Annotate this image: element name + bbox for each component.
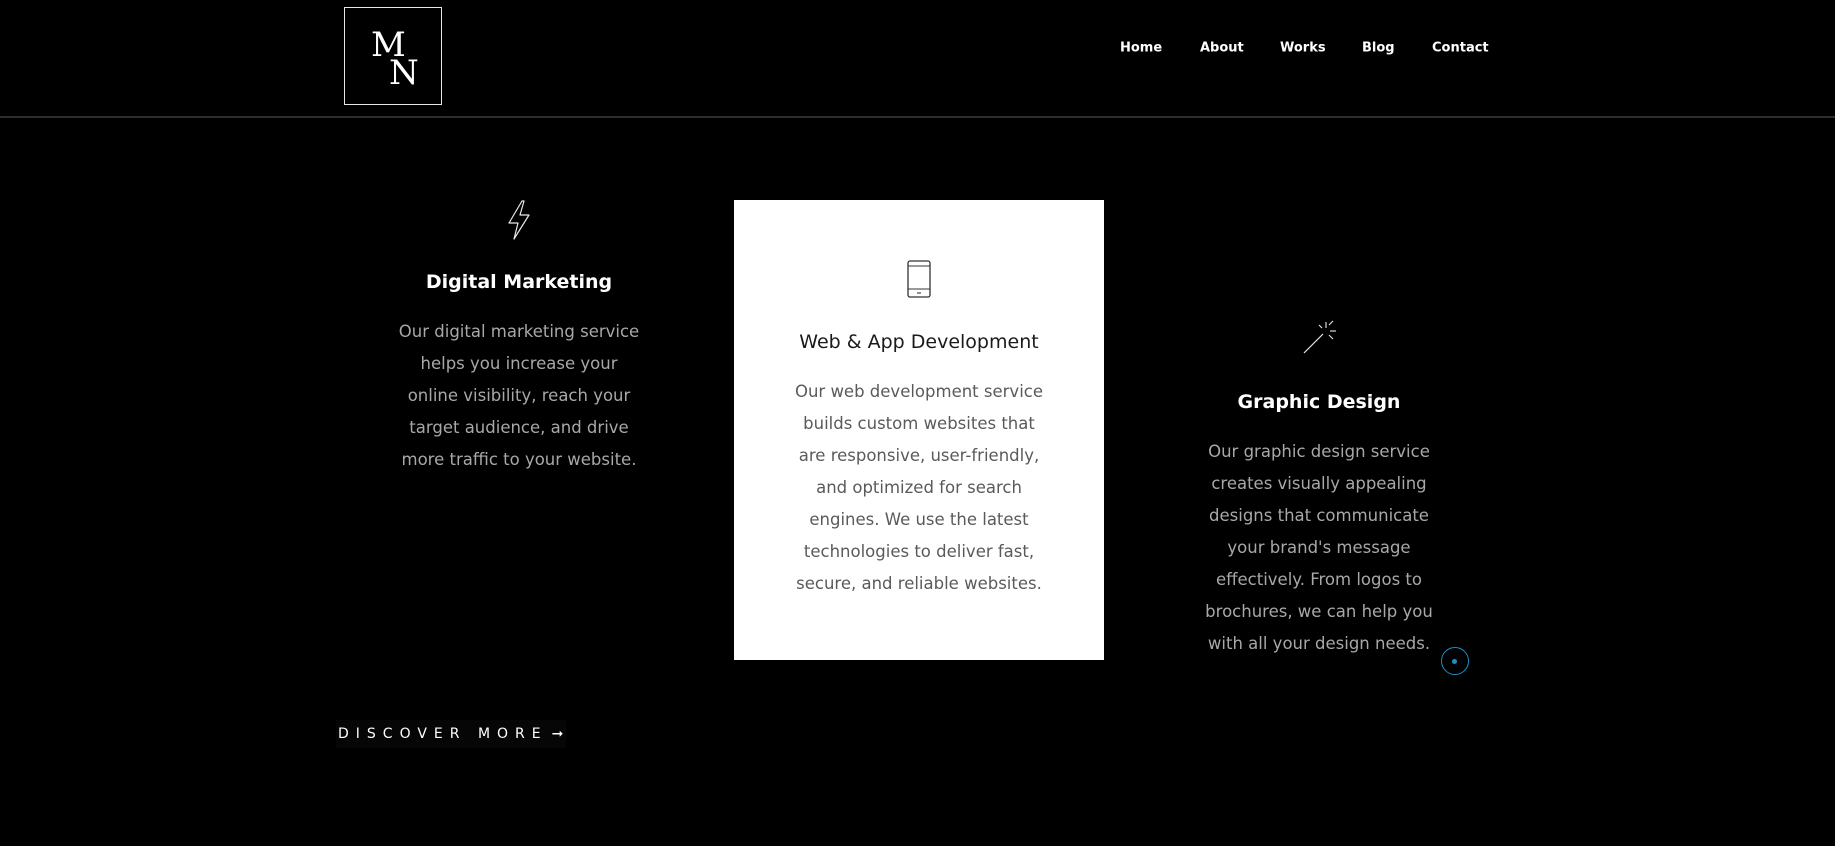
- service-description: Our graphic design service creates visua…: [1205, 442, 1433, 653]
- cursor-dot: [1452, 659, 1457, 664]
- logo-letter-n: N: [389, 53, 419, 93]
- service-title: Web & App Development: [799, 331, 1039, 353]
- site-header: M N Home About Works Blog Contact: [0, 0, 1835, 118]
- service-title: Digital Marketing: [425, 271, 613, 293]
- service-title: Graphic Design: [1237, 391, 1401, 413]
- service-description: Our web development service builds custo…: [794, 382, 1044, 593]
- magic-wand-icon: [1301, 320, 1337, 360]
- page: M N Home About Works Blog Contact Digita…: [0, 0, 1835, 846]
- smartphone-icon: [907, 260, 931, 302]
- service-card-web-app-development: Web & App Development Our web developmen…: [734, 200, 1104, 660]
- logo[interactable]: M N: [344, 7, 442, 105]
- nav-home[interactable]: Home: [1120, 41, 1162, 56]
- nav-works[interactable]: Works: [1280, 41, 1326, 56]
- service-card-graphic-design: Graphic Design Our graphic design servic…: [1134, 320, 1504, 660]
- nav-contact[interactable]: Contact: [1432, 41, 1489, 56]
- service-card-digital-marketing: Digital Marketing Our digital marketing …: [334, 200, 704, 500]
- nav-about[interactable]: About: [1200, 41, 1244, 56]
- discover-more-label: DISCOVER MORE: [338, 726, 548, 742]
- arrow-right-icon: ➞: [551, 726, 564, 742]
- nav-blog[interactable]: Blog: [1362, 41, 1395, 56]
- lightning-bolt-icon: [505, 200, 533, 244]
- service-description: Our digital marketing service helps you …: [398, 322, 640, 469]
- discover-more-button[interactable]: DISCOVER MORE ➞: [336, 720, 567, 748]
